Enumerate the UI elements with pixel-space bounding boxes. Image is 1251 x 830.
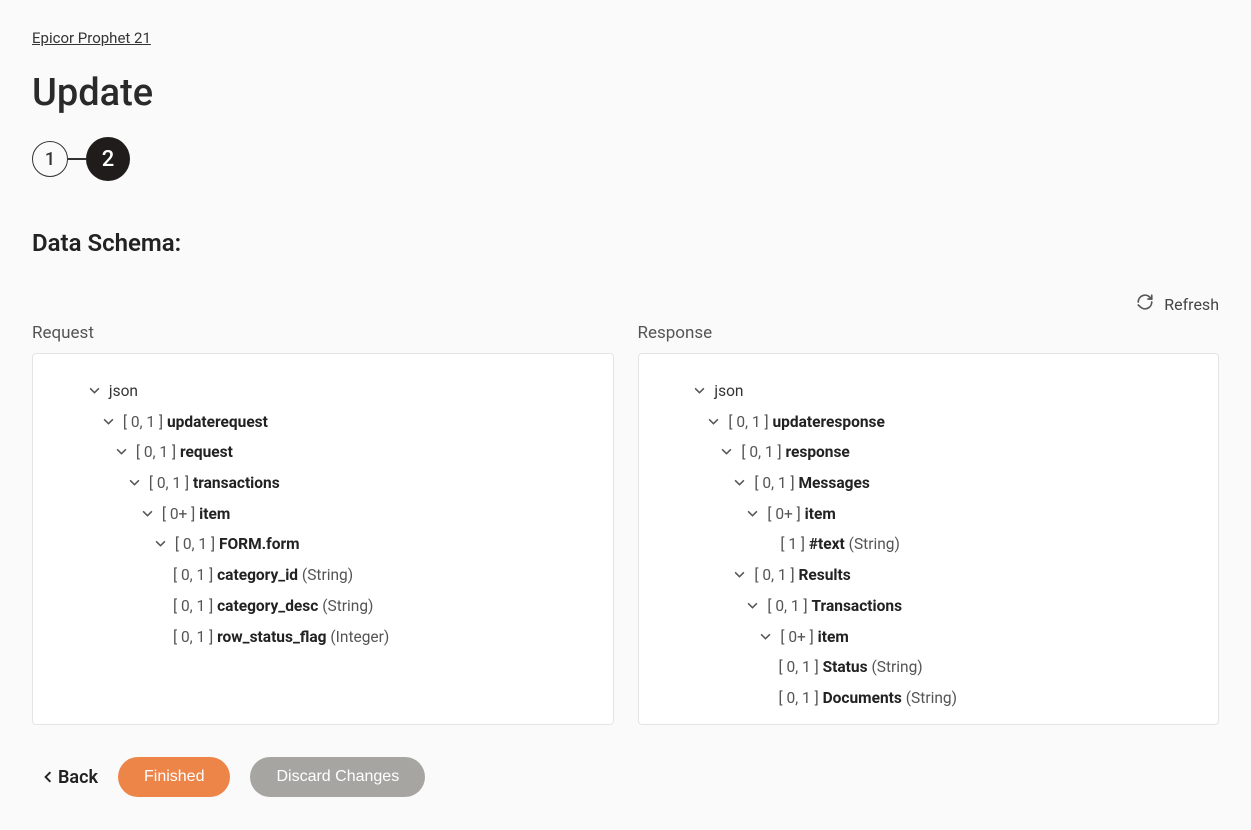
tree-node-messages[interactable]: [ 0, 1 ] Messages bbox=[657, 468, 1201, 499]
chevron-down-icon[interactable] bbox=[746, 499, 760, 530]
tree-node-updaterequest[interactable]: [ 0, 1 ] updaterequest bbox=[51, 407, 595, 438]
chevron-down-icon[interactable] bbox=[733, 468, 747, 499]
tree-node-request[interactable]: [ 0, 1 ] request bbox=[51, 437, 595, 468]
chevron-left-icon bbox=[42, 767, 54, 788]
tree-node-updateresponse[interactable]: [ 0, 1 ] updateresponse bbox=[657, 407, 1201, 438]
tree-leaf-text[interactable]: [ 1 ] #text (String) bbox=[657, 529, 1201, 560]
section-heading: Data Schema: bbox=[32, 229, 1219, 257]
tree-node-json[interactable]: json bbox=[657, 376, 1201, 407]
chevron-down-icon[interactable] bbox=[127, 468, 141, 499]
step-connector bbox=[68, 158, 86, 160]
chevron-down-icon[interactable] bbox=[114, 437, 128, 468]
discard-changes-button[interactable]: Discard Changes bbox=[250, 757, 425, 797]
chevron-down-icon[interactable] bbox=[87, 376, 101, 407]
response-title: Response bbox=[638, 323, 1220, 343]
chevron-down-icon[interactable] bbox=[746, 591, 760, 622]
refresh-button[interactable]: Refresh bbox=[1136, 293, 1219, 315]
breadcrumb-link[interactable]: Epicor Prophet 21 bbox=[32, 29, 151, 47]
chevron-down-icon[interactable] bbox=[707, 407, 721, 438]
refresh-label: Refresh bbox=[1164, 295, 1219, 314]
tree-leaf-category-desc[interactable]: [ 0, 1 ] category_desc (String) bbox=[51, 591, 595, 622]
response-column: Response json [ 0, 1 ] updateresponse [ … bbox=[638, 323, 1220, 725]
tree-leaf-row-status-flag[interactable]: [ 0, 1 ] row_status_flag (Integer) bbox=[51, 622, 595, 653]
tree-node-transactions[interactable]: [ 0, 1 ] transactions bbox=[51, 468, 595, 499]
chevron-down-icon[interactable] bbox=[101, 407, 115, 438]
tree-leaf-status[interactable]: [ 0, 1 ] Status (String) bbox=[657, 652, 1201, 683]
tree-node-item[interactable]: [ 0+ ] item bbox=[657, 499, 1201, 530]
request-column: Request json [ 0, 1 ] updaterequest [ 0,… bbox=[32, 323, 614, 725]
tree-node-item[interactable]: [ 0+ ] item bbox=[657, 622, 1201, 653]
tree-node-json[interactable]: json bbox=[51, 376, 595, 407]
response-schema: json [ 0, 1 ] updateresponse [ 0, 1 ] re… bbox=[638, 353, 1220, 725]
chevron-down-icon[interactable] bbox=[140, 499, 154, 530]
chevron-down-icon[interactable] bbox=[733, 560, 747, 591]
tree-node-item[interactable]: [ 0+ ] item bbox=[51, 499, 595, 530]
tree-leaf-category-id[interactable]: [ 0, 1 ] category_id (String) bbox=[51, 560, 595, 591]
tree-node-transactions[interactable]: [ 0, 1 ] Transactions bbox=[657, 591, 1201, 622]
chevron-down-icon[interactable] bbox=[720, 437, 734, 468]
step-1[interactable]: 1 bbox=[32, 141, 68, 177]
chevron-down-icon[interactable] bbox=[693, 376, 707, 407]
request-title: Request bbox=[32, 323, 614, 343]
tree-node-results[interactable]: [ 0, 1 ] Results bbox=[657, 560, 1201, 591]
tree-leaf-documents[interactable]: [ 0, 1 ] Documents (String) bbox=[657, 683, 1201, 714]
chevron-down-icon[interactable] bbox=[759, 622, 773, 653]
page-title: Update bbox=[32, 71, 1219, 115]
footer-actions: Back Finished Discard Changes bbox=[32, 757, 1219, 797]
request-schema: json [ 0, 1 ] updaterequest [ 0, 1 ] req… bbox=[32, 353, 614, 725]
stepper: 1 2 bbox=[32, 137, 1219, 181]
chevron-down-icon[interactable] bbox=[153, 529, 167, 560]
finished-button[interactable]: Finished bbox=[118, 757, 230, 797]
tree-node-form[interactable]: [ 0, 1 ] FORM.form bbox=[51, 529, 595, 560]
tree-node-response[interactable]: [ 0, 1 ] response bbox=[657, 437, 1201, 468]
back-button[interactable]: Back bbox=[42, 767, 98, 788]
refresh-icon bbox=[1136, 293, 1154, 315]
step-2[interactable]: 2 bbox=[86, 137, 130, 181]
